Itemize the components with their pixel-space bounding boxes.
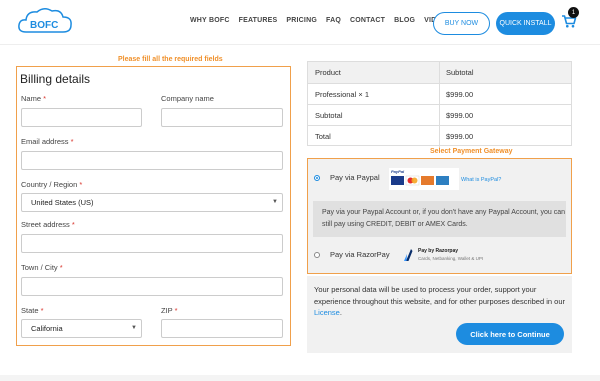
order-summary-table: Product Subtotal Professional × 1 $999.0… xyxy=(307,61,572,147)
page-footer xyxy=(0,375,600,381)
state-select[interactable]: California ▼ xyxy=(21,319,142,338)
street-label: Street address * xyxy=(21,220,75,229)
table-divider xyxy=(439,62,440,147)
country-select[interactable]: United States (US) ▼ xyxy=(21,193,283,212)
quick-install-button[interactable]: QUICK INSTALL xyxy=(496,12,555,35)
subtotal-label: Subtotal xyxy=(315,110,343,120)
nav-why-bofc[interactable]: WHY BOFC xyxy=(190,17,230,24)
main-nav: WHY BOFC FEATURES PRICING FAQ CONTACT BL… xyxy=(190,17,452,24)
site-header: BOFC WHY BOFC FEATURES PRICING FAQ CONTA… xyxy=(0,0,600,44)
paypal-logo-text: PayPal xyxy=(391,169,405,174)
email-field[interactable] xyxy=(21,151,283,170)
license-link[interactable]: License xyxy=(314,308,340,317)
subtotal-value: $999.00 xyxy=(446,110,474,120)
company-field[interactable] xyxy=(161,108,283,127)
logo-text: BOFC xyxy=(30,20,58,31)
paypal-radio[interactable] xyxy=(314,175,320,181)
street-field[interactable] xyxy=(21,234,283,253)
town-field[interactable] xyxy=(21,277,283,296)
razorpay-subtitle: Cards, Netbanking, Wallet & UPI xyxy=(418,256,484,261)
product-name: Professional × 1 xyxy=(315,89,369,99)
billing-hint: Please fill all the required fields xyxy=(118,56,223,63)
state-label: State * xyxy=(21,306,44,315)
buy-now-button[interactable]: BUY NOW xyxy=(433,12,490,35)
billing-title: Billing details xyxy=(20,72,91,86)
payment-hint: Select Payment Gateway xyxy=(430,148,513,155)
name-field[interactable] xyxy=(21,108,142,127)
name-label: Name * xyxy=(21,94,47,103)
razorpay-title: Pay by Razorpay xyxy=(418,248,459,254)
header-divider xyxy=(0,44,600,45)
country-value: United States (US) xyxy=(31,198,94,207)
total-label: Total xyxy=(315,131,331,141)
chevron-down-icon: ▼ xyxy=(272,199,278,205)
header-product: Product xyxy=(315,68,341,77)
email-label: Email address * xyxy=(21,137,74,146)
nav-features[interactable]: FEATURES xyxy=(239,17,278,24)
header-subtotal: Subtotal xyxy=(446,68,474,77)
nav-faq[interactable]: FAQ xyxy=(326,17,341,24)
nav-contact[interactable]: CONTACT xyxy=(350,17,385,24)
product-price: $999.00 xyxy=(446,89,474,99)
nav-pricing[interactable]: PRICING xyxy=(286,17,317,24)
continue-button[interactable]: Click here to Continue xyxy=(456,323,564,345)
razorpay-label[interactable]: Pay via RazorPay xyxy=(330,250,390,259)
nav-blog[interactable]: BLOG xyxy=(394,17,415,24)
zip-field[interactable] xyxy=(161,319,283,338)
town-label: Town / City * xyxy=(21,263,63,272)
total-value: $999.00 xyxy=(446,131,474,141)
paypal-description: Pay via your Paypal Account or, if you d… xyxy=(313,201,566,237)
what-is-paypal-link[interactable]: What is PayPal? xyxy=(461,177,501,183)
chevron-down-icon: ▼ xyxy=(131,325,137,331)
zip-label: ZIP * xyxy=(161,306,178,315)
cart-count-badge: 1 xyxy=(568,7,579,18)
state-value: California xyxy=(31,324,63,333)
company-label: Company name xyxy=(161,94,214,103)
privacy-notice: Your personal data will be used to proce… xyxy=(314,285,565,317)
razorpay-logo-icon xyxy=(402,248,416,262)
paypal-label[interactable]: Pay via Paypal xyxy=(330,173,380,182)
bofc-logo[interactable]: BOFC xyxy=(16,6,76,38)
razorpay-radio[interactable] xyxy=(314,252,320,258)
country-label: Country / Region * xyxy=(21,180,83,189)
card-logos-icon: PayPal xyxy=(389,168,459,190)
